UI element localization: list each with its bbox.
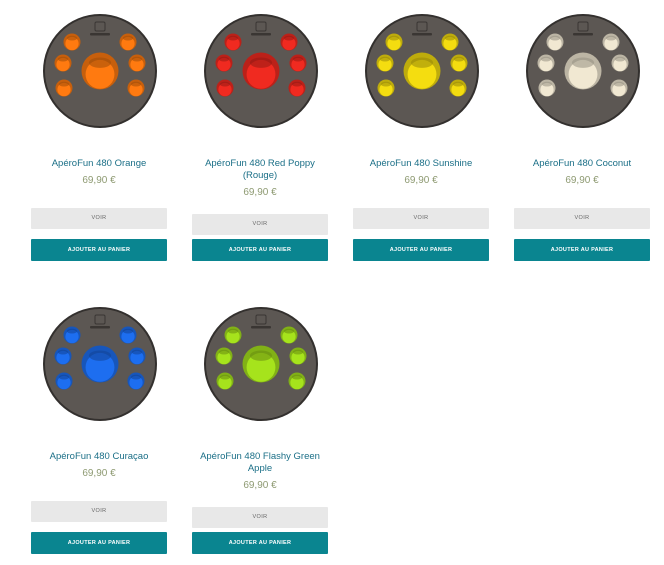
- cup-hole-shadow: [130, 374, 142, 380]
- center-cup-shadow: [88, 57, 112, 68]
- cup-hole-shadow: [219, 81, 231, 87]
- add-to-cart-button[interactable]: AJOUTER AU PANIER: [31, 239, 167, 261]
- view-button[interactable]: VOIR: [192, 507, 328, 528]
- cup-hole-shadow: [66, 328, 78, 334]
- cup-hole-shadow: [218, 349, 230, 355]
- cup-hole-shadow: [452, 81, 464, 87]
- product-image[interactable]: [203, 306, 319, 422]
- cup-hole-shadow: [292, 349, 304, 355]
- product-price: 69,90 €: [82, 468, 116, 479]
- product-title[interactable]: ApéroFun 480 Flashy Green Apple: [192, 451, 328, 475]
- logo-wordmark: [573, 33, 593, 36]
- cup-hole-shadow: [130, 81, 142, 87]
- product-price: 69,90 €: [82, 175, 116, 186]
- tray-illustration: [204, 307, 318, 421]
- add-to-cart-button[interactable]: AJOUTER AU PANIER: [192, 239, 328, 261]
- product-image[interactable]: [42, 306, 158, 422]
- center-cup-shadow: [88, 350, 112, 361]
- logo-wordmark: [90, 33, 110, 36]
- cup-hole-shadow: [227, 328, 239, 334]
- add-to-cart-button[interactable]: AJOUTER AU PANIER: [514, 239, 650, 261]
- cup-hole-shadow: [66, 35, 78, 41]
- cup-hole-shadow: [605, 35, 617, 41]
- cup-hole-shadow: [292, 56, 304, 62]
- tray-illustration: [43, 14, 157, 128]
- cup-hole-shadow: [540, 56, 552, 62]
- logo-wordmark: [251, 33, 271, 36]
- view-button[interactable]: VOIR: [192, 214, 328, 235]
- view-button[interactable]: VOIR: [514, 208, 650, 229]
- cup-hole-shadow: [58, 81, 70, 87]
- view-button[interactable]: VOIR: [353, 208, 489, 229]
- product-title[interactable]: ApéroFun 480 Orange: [31, 158, 167, 170]
- cup-hole-shadow: [291, 81, 303, 87]
- center-cup-shadow: [410, 57, 434, 68]
- logo-wordmark: [251, 326, 271, 329]
- cup-hole-shadow: [614, 56, 626, 62]
- cup-hole-shadow: [444, 35, 456, 41]
- cup-hole-shadow: [57, 56, 69, 62]
- cup-hole-shadow: [219, 374, 231, 380]
- cup-hole-shadow: [613, 81, 625, 87]
- center-cup-shadow: [249, 57, 273, 68]
- product-image[interactable]: [203, 13, 319, 129]
- product-title[interactable]: ApéroFun 480 Coconut: [514, 158, 650, 170]
- cup-hole-shadow: [218, 56, 230, 62]
- product-price: 69,90 €: [243, 187, 277, 198]
- product-price: 69,90 €: [404, 175, 438, 186]
- cup-hole-shadow: [122, 328, 134, 334]
- cup-hole-shadow: [227, 35, 239, 41]
- tray-illustration: [365, 14, 479, 128]
- cup-hole-shadow: [131, 56, 143, 62]
- view-button[interactable]: VOIR: [31, 501, 167, 522]
- cup-hole-shadow: [283, 328, 295, 334]
- logo-wordmark: [90, 326, 110, 329]
- product-price: 69,90 €: [565, 175, 599, 186]
- product-image[interactable]: [42, 13, 158, 129]
- product-price: 69,90 €: [243, 480, 277, 491]
- tray-illustration: [43, 307, 157, 421]
- add-to-cart-button[interactable]: AJOUTER AU PANIER: [31, 532, 167, 554]
- cup-hole-shadow: [549, 35, 561, 41]
- cup-hole-shadow: [388, 35, 400, 41]
- cup-hole-shadow: [131, 349, 143, 355]
- product-title[interactable]: ApéroFun 480 Sunshine: [353, 158, 489, 170]
- product-title[interactable]: ApéroFun 480 Red Poppy (Rouge): [192, 158, 328, 182]
- product-title[interactable]: ApéroFun 480 Curaçao: [31, 451, 167, 463]
- product-image[interactable]: [364, 13, 480, 129]
- tray-illustration: [204, 14, 318, 128]
- cup-hole-shadow: [379, 56, 391, 62]
- logo-wordmark: [412, 33, 432, 36]
- cup-hole-shadow: [541, 81, 553, 87]
- cup-hole-shadow: [380, 81, 392, 87]
- cup-hole-shadow: [58, 374, 70, 380]
- tray-illustration: [526, 14, 640, 128]
- center-cup-shadow: [249, 350, 273, 361]
- add-to-cart-button[interactable]: AJOUTER AU PANIER: [353, 239, 489, 261]
- cup-hole-shadow: [291, 374, 303, 380]
- cup-hole-shadow: [283, 35, 295, 41]
- add-to-cart-button[interactable]: AJOUTER AU PANIER: [192, 532, 328, 554]
- cup-hole-shadow: [57, 349, 69, 355]
- product-image[interactable]: [525, 13, 641, 129]
- center-cup-shadow: [571, 57, 595, 68]
- view-button[interactable]: VOIR: [31, 208, 167, 229]
- cup-hole-shadow: [122, 35, 134, 41]
- cup-hole-shadow: [453, 56, 465, 62]
